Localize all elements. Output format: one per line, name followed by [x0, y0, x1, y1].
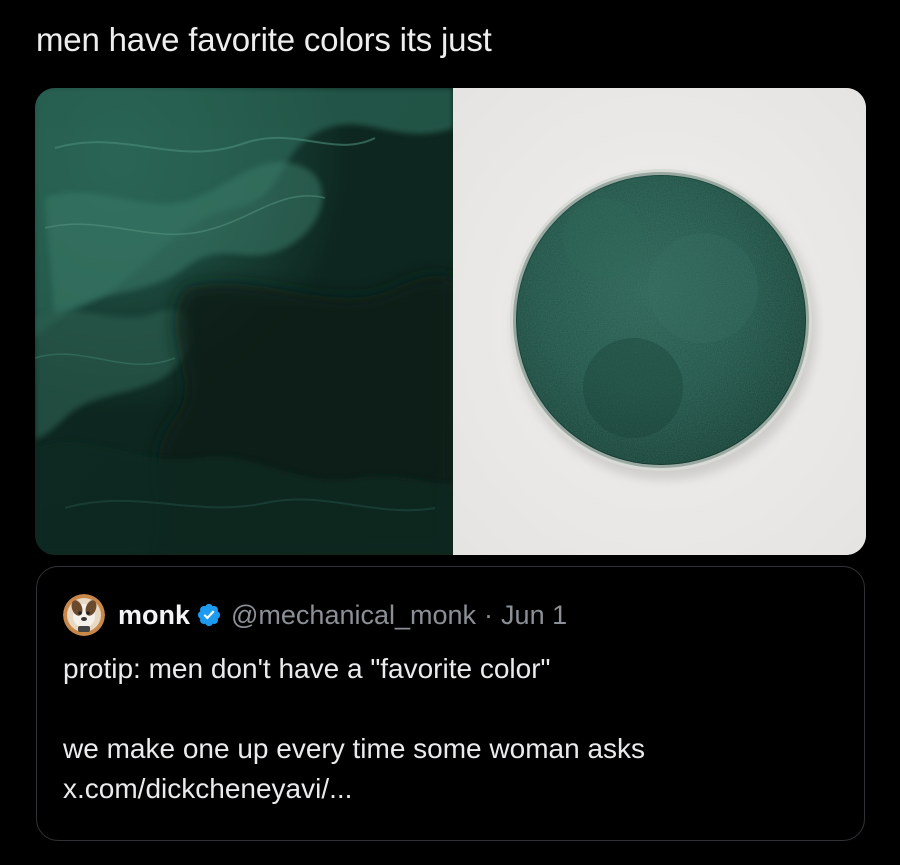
- verified-badge-icon: [196, 602, 222, 628]
- avatar[interactable]: [63, 594, 105, 636]
- pigment-dish-graphic: [453, 88, 866, 555]
- separator-dot: ·: [484, 599, 494, 630]
- quoted-post-line-1: protip: men don't have a "favorite color…: [63, 653, 551, 684]
- quoted-post-body: protip: men don't have a "favorite color…: [63, 649, 843, 809]
- post-text: men have favorite colors its just: [36, 21, 492, 58]
- display-name[interactable]: monk: [118, 600, 190, 631]
- media-image-marble-texture[interactable]: [35, 88, 453, 555]
- quoted-post-card[interactable]: monk @mechanical_monk · Jun 1 protip: me…: [36, 566, 865, 841]
- user-handle[interactable]: @mechanical_monk: [231, 600, 476, 631]
- dog-avatar-icon: [63, 594, 105, 636]
- quoted-post-link[interactable]: x.com/dickcheneyavi/...: [63, 773, 352, 804]
- post-date[interactable]: Jun 1: [501, 600, 567, 631]
- quoted-post-link-line: x.com/dickcheneyavi/...: [63, 769, 843, 809]
- media-image-green-pigment[interactable]: [453, 88, 866, 555]
- marble-texture-graphic: [35, 88, 453, 555]
- quoted-post-line-2: we make one up every time some woman ask…: [63, 733, 646, 764]
- media-grid[interactable]: [35, 88, 866, 555]
- quoted-post-header: monk @mechanical_monk · Jun 1: [63, 593, 567, 637]
